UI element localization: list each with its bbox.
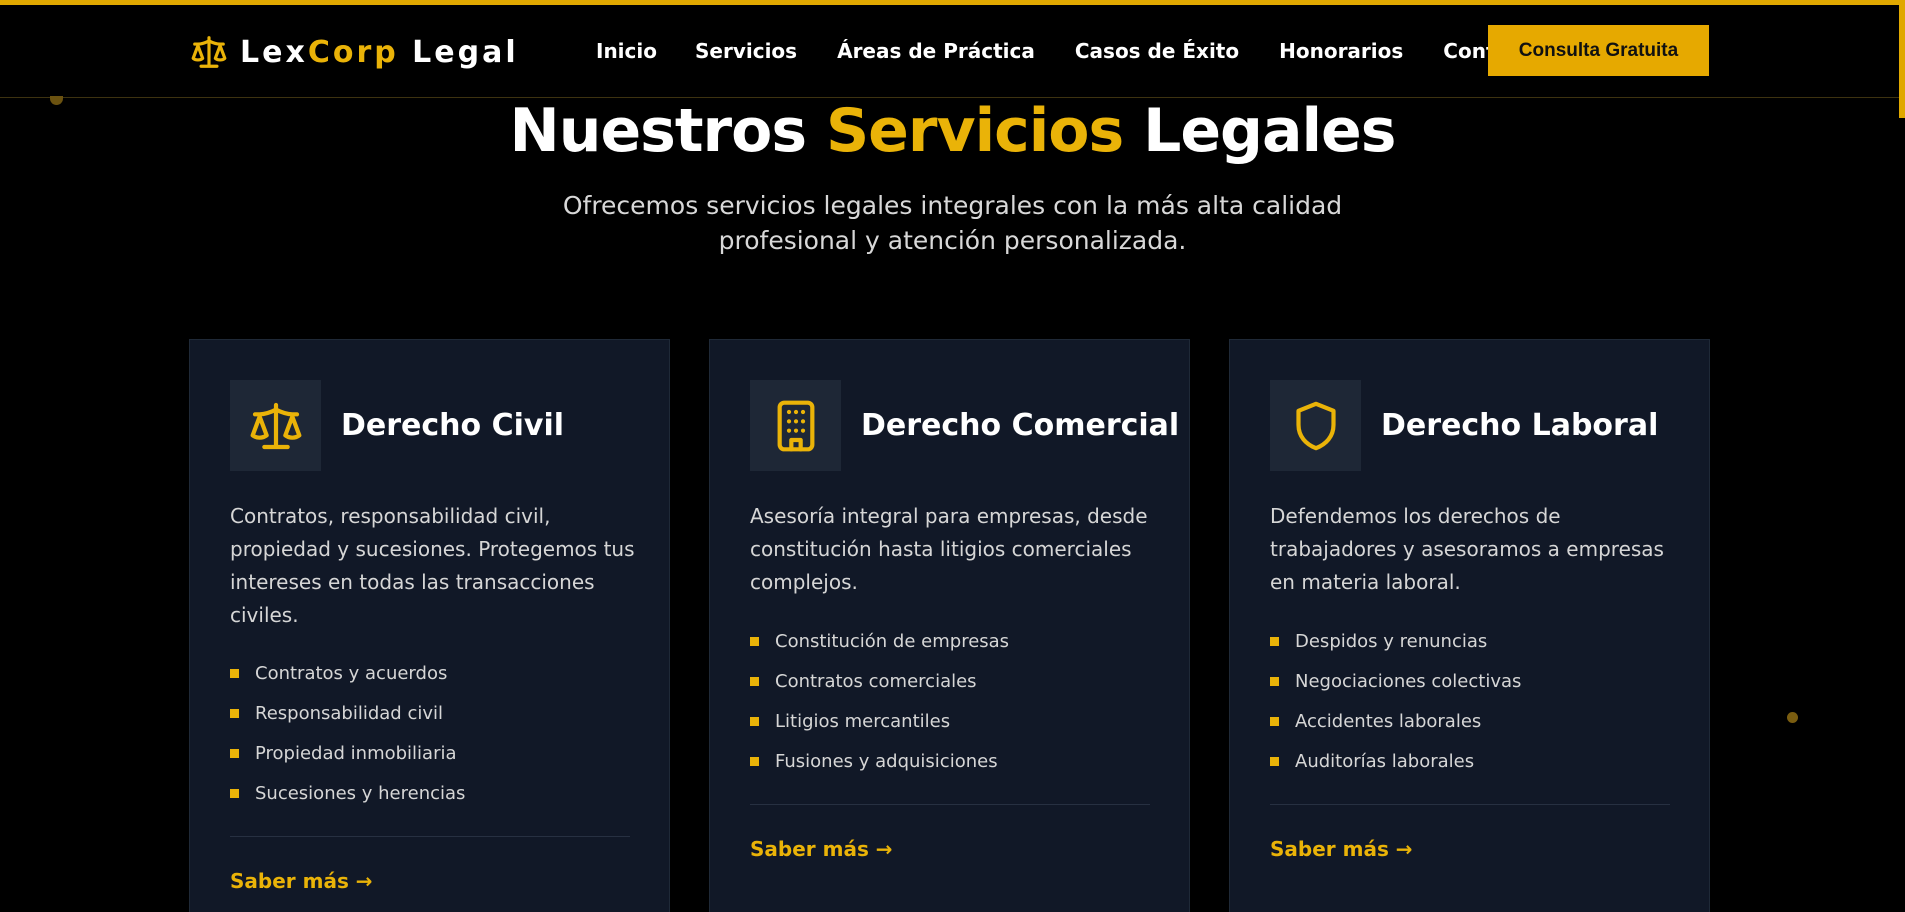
feature-label: Propiedad inmobiliaria — [255, 742, 457, 764]
bullet-icon — [750, 756, 759, 766]
feature-item: Contratos comerciales — [750, 661, 1150, 701]
bullet-icon — [230, 748, 239, 758]
building-icon — [777, 400, 814, 451]
brand-name-part2: Corp — [307, 34, 399, 70]
feature-item: Litigios mercantiles — [750, 701, 1150, 741]
feature-label: Constitución de empresas — [775, 630, 1010, 652]
feature-item: Sucesiones y herencias — [230, 773, 630, 813]
feature-label: Negociaciones colectivas — [1295, 670, 1522, 692]
title-part2: Legales — [1123, 96, 1396, 166]
bullet-icon — [1270, 756, 1279, 766]
bullet-icon — [230, 668, 239, 678]
feature-label: Litigios mercantiles — [775, 710, 951, 732]
card-icon-box — [1270, 380, 1361, 471]
service-card-laboral: Derecho Laboral Defendemos los derechos … — [1229, 339, 1710, 912]
feature-list: Constitución de empresas Contratos comer… — [750, 621, 1150, 781]
section-subtitle: Ofrecemos servicios legales integrales c… — [562, 191, 1343, 255]
decorative-dot — [1787, 712, 1798, 723]
learn-more-link-comercial[interactable]: Saber más → — [750, 837, 893, 861]
main-nav: Inicio Servicios Áreas de Práctica Casos… — [596, 39, 1584, 63]
nav-link-honorarios[interactable]: Honorarios — [1279, 39, 1403, 63]
brand-logo[interactable]: Lex Corp Legal — [190, 33, 519, 71]
title-highlight: Servicios — [825, 96, 1124, 166]
scale-icon — [191, 36, 227, 68]
feature-item: Constitución de empresas — [750, 621, 1150, 661]
card-icon-box — [750, 380, 841, 471]
feature-label: Accidentes laborales — [1295, 710, 1482, 732]
bullet-icon — [1270, 636, 1279, 646]
feature-item: Auditorías laborales — [1270, 741, 1670, 781]
shield-icon — [1295, 401, 1336, 450]
brand-name-part3: Legal — [398, 34, 519, 70]
bullet-icon — [230, 788, 239, 798]
card-title: Derecho Comercial — [861, 408, 1180, 443]
navbar: Lex Corp Legal Inicio Servicios Áreas de … — [0, 5, 1905, 98]
brand-name-part1: Lex — [240, 34, 308, 70]
card-title: Derecho Civil — [341, 408, 565, 443]
feature-label: Sucesiones y herencias — [255, 782, 466, 804]
bullet-icon — [1270, 716, 1279, 726]
nav-link-servicios[interactable]: Servicios — [695, 39, 797, 63]
card-divider — [1270, 804, 1670, 805]
service-card-civil: Derecho Civil Contratos, responsabilidad… — [189, 339, 670, 912]
section-title: Nuestros Servicios Legales — [0, 96, 1905, 166]
bullet-icon — [750, 716, 759, 726]
service-card-comercial: Derecho Comercial Asesoría integral para… — [709, 339, 1190, 912]
bullet-icon — [750, 676, 759, 686]
bullet-icon — [1270, 676, 1279, 686]
feature-label: Auditorías laborales — [1295, 750, 1475, 772]
card-title: Derecho Laboral — [1381, 408, 1659, 443]
card-header: Derecho Laboral — [1270, 380, 1658, 471]
card-divider — [230, 836, 630, 837]
free-consultation-button[interactable]: Consulta Gratuita — [1488, 25, 1709, 76]
scale-icon — [250, 402, 301, 449]
card-icon-box — [230, 380, 321, 471]
feature-item: Responsabilidad civil — [230, 693, 630, 733]
nav-link-inicio[interactable]: Inicio — [596, 39, 657, 63]
feature-item: Fusiones y adquisiciones — [750, 741, 1150, 781]
bullet-icon — [750, 636, 759, 646]
title-part1: Nuestros — [509, 96, 826, 166]
card-description: Defendemos los derechos de trabajadores … — [1270, 504, 1664, 594]
feature-item: Accidentes laborales — [1270, 701, 1670, 741]
nav-link-casos[interactable]: Casos de Éxito — [1075, 39, 1239, 63]
feature-item: Despidos y renuncias — [1270, 621, 1670, 661]
feature-label: Responsabilidad civil — [255, 702, 443, 724]
learn-more-link-laboral[interactable]: Saber más → — [1270, 837, 1413, 861]
feature-label: Contratos y acuerdos — [255, 662, 448, 684]
feature-label: Fusiones y adquisiciones — [775, 750, 998, 772]
feature-list: Contratos y acuerdos Responsabilidad civ… — [230, 653, 630, 813]
card-description: Contratos, responsabilidad civil, propie… — [230, 504, 635, 627]
feature-list: Despidos y renuncias Negociaciones colec… — [1270, 621, 1670, 781]
card-divider — [750, 804, 1150, 805]
feature-item: Contratos y acuerdos — [230, 653, 630, 693]
feature-label: Contratos comerciales — [775, 670, 977, 692]
feature-item: Negociaciones colectivas — [1270, 661, 1670, 701]
card-header: Derecho Civil — [230, 380, 564, 471]
nav-link-areas[interactable]: Áreas de Práctica — [837, 39, 1035, 63]
feature-item: Propiedad inmobiliaria — [230, 733, 630, 773]
learn-more-link-civil[interactable]: Saber más → — [230, 869, 373, 893]
card-description: Asesoría integral para empresas, desde c… — [750, 504, 1148, 594]
feature-label: Despidos y renuncias — [1295, 630, 1488, 652]
card-header: Derecho Comercial — [750, 380, 1179, 471]
bullet-icon — [230, 708, 239, 718]
